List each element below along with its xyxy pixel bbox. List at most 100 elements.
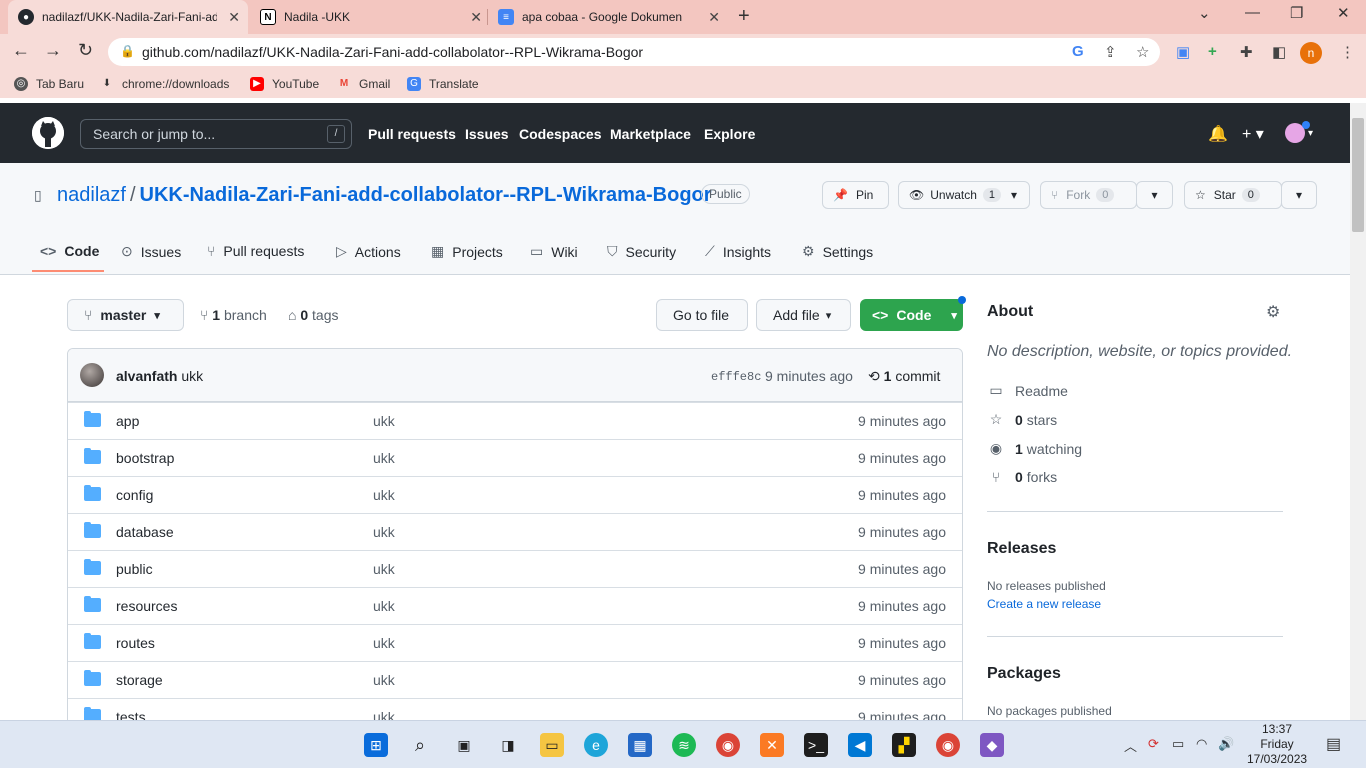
volume-icon[interactable]: 🔊 [1218, 736, 1234, 752]
task-view-icon[interactable]: ▣ [452, 733, 476, 757]
commit-message[interactable]: ukk [181, 368, 203, 384]
app-icon[interactable]: ◆ [980, 733, 1004, 757]
vscode-icon[interactable]: ◀ [848, 733, 872, 757]
chevron-up-icon[interactable]: ︿ [1124, 736, 1137, 755]
table-row[interactable]: storage ukk 9 minutes ago [68, 661, 962, 698]
file-name[interactable]: routes [116, 635, 155, 651]
create-new-plus-icon[interactable]: + ▾ [1242, 124, 1264, 144]
windows-start-icon[interactable]: ⊞ [364, 733, 388, 757]
side-panel-icon[interactable]: ◧ [1272, 43, 1286, 61]
go-to-file-button[interactable]: Go to file [656, 299, 748, 331]
scrollbar-thumb[interactable] [1352, 118, 1364, 232]
nav-pull-requests[interactable]: Pull requests [368, 126, 456, 142]
widgets-icon[interactable]: ◨ [496, 733, 520, 757]
stars-link[interactable]: ☆ 0 stars [987, 411, 1057, 428]
file-commit-message[interactable]: ukk [373, 450, 395, 466]
search-input[interactable]: Search or jump to... / [80, 119, 352, 149]
releases-title[interactable]: Releases [987, 540, 1056, 558]
star-dropdown-button[interactable]: ▾ [1281, 181, 1317, 209]
file-name[interactable]: bootstrap [116, 450, 174, 466]
tab-settings[interactable]: ⚙ Settings [802, 243, 873, 260]
file-commit-message[interactable]: ukk [373, 672, 395, 688]
tab-pull-requests[interactable]: ⑂ Pull requests [207, 243, 304, 259]
add-file-button[interactable]: Add file ▾ [756, 299, 851, 331]
file-commit-message[interactable]: ukk [373, 635, 395, 651]
google-lens-icon[interactable]: G [1072, 43, 1084, 60]
back-arrow-icon[interactable]: ← [12, 40, 30, 61]
chrome-icon[interactable]: ◉ [716, 733, 740, 757]
bookmark-gmail[interactable]: M Gmail [337, 77, 391, 91]
extension-plus-icon[interactable]: + [1208, 43, 1217, 60]
bookmark-youtube[interactable]: ▶ YouTube [250, 77, 319, 91]
branches-link[interactable]: ⑂ 1 branch [200, 307, 267, 323]
spotify-icon[interactable]: ≋ [672, 733, 696, 757]
pin-button[interactable]: 📌 Pin [822, 181, 889, 209]
minimize-button[interactable]: — [1245, 4, 1260, 21]
notification-bell-icon[interactable]: 🔔 [1208, 124, 1228, 144]
commit-history-link[interactable]: ⟲ 1 commit [868, 368, 940, 385]
terminal-icon[interactable]: >_ [804, 733, 828, 757]
branch-select-button[interactable]: ⑂ master ▾ [67, 299, 184, 331]
unwatch-button[interactable]: 👁 Unwatch 1 ▾ [898, 181, 1030, 209]
bookmark-translate[interactable]: G Translate [407, 77, 479, 91]
browser-tab-github[interactable]: ● nadilazf/UKK-Nadila-Zari-Fani-add-coll… [8, 0, 248, 34]
file-name[interactable]: config [116, 487, 153, 503]
bookmark-downloads[interactable]: ⬇ chrome://downloads [100, 77, 230, 91]
taskbar-clock[interactable]: 13:37 Friday 17/03/2023 [1247, 722, 1307, 767]
bookmark-star-icon[interactable]: ☆ [1136, 43, 1149, 61]
tab-wiki[interactable]: ▭ Wiki [530, 243, 578, 260]
commit-author[interactable]: alvanfath [116, 368, 177, 384]
forward-arrow-icon[interactable]: → [44, 40, 62, 61]
code-download-button[interactable]: <> Code ▾ [860, 299, 963, 331]
repo-name-link[interactable]: UKK-Nadila-Zari-Fani-add-collabolator--R… [140, 184, 712, 206]
reload-icon[interactable]: ↻ [78, 40, 93, 61]
close-icon[interactable]: ✕ [228, 9, 240, 26]
translate-extension-icon[interactable]: ▣ [1176, 43, 1190, 61]
file-commit-message[interactable]: ukk [373, 413, 395, 429]
create-release-link[interactable]: Create a new release [987, 597, 1101, 611]
avatar[interactable] [80, 363, 104, 387]
repo-owner-link[interactable]: nadilazf [57, 184, 126, 206]
file-explorer-icon[interactable]: ▭ [540, 733, 564, 757]
table-row[interactable]: public ukk 9 minutes ago [68, 550, 962, 587]
chevron-down-icon[interactable]: ▾ [1308, 128, 1313, 139]
file-commit-message[interactable]: ukk [373, 487, 395, 503]
tab-issues[interactable]: ⊙ Issues [121, 243, 181, 260]
packages-title[interactable]: Packages [987, 665, 1061, 683]
browser-tab-notion[interactable]: N Nadila -UKK ✕ [250, 0, 490, 34]
table-row[interactable]: config ukk 9 minutes ago [68, 476, 962, 513]
tab-insights[interactable]: ⟋ Insights [705, 243, 771, 260]
menu-dots-icon[interactable]: ⋮ [1340, 43, 1355, 61]
table-row[interactable]: database ukk 9 minutes ago [68, 513, 962, 550]
share-icon[interactable]: ⇪ [1104, 43, 1117, 61]
file-name[interactable]: database [116, 524, 174, 540]
restore-button[interactable]: ❐ [1290, 4, 1303, 22]
nav-issues[interactable]: Issues [465, 126, 509, 142]
notification-center-icon[interactable]: ▤ [1326, 734, 1341, 754]
readme-link[interactable]: ▭ Readme [987, 382, 1068, 399]
fork-button[interactable]: ⑂ Fork 0 [1040, 181, 1137, 209]
extensions-puzzle-icon[interactable]: ✚ [1240, 43, 1253, 61]
table-row[interactable]: routes ukk 9 minutes ago [68, 624, 962, 661]
watching-link[interactable]: ◉ 1 watching [987, 440, 1082, 457]
nav-codespaces[interactable]: Codespaces [519, 126, 601, 142]
wifi-icon[interactable]: ◠ [1196, 736, 1207, 752]
close-window-button[interactable]: ✕ [1337, 4, 1350, 22]
store-icon[interactable]: ▦ [628, 733, 652, 757]
file-commit-message[interactable]: ukk [373, 561, 395, 577]
table-row[interactable]: bootstrap ukk 9 minutes ago [68, 439, 962, 476]
tab-security[interactable]: ⛉ Security [607, 243, 676, 260]
tab-actions[interactable]: ▷ Actions [336, 243, 401, 260]
tags-link[interactable]: ⌂ 0 tags [288, 307, 339, 323]
fork-dropdown-button[interactable]: ▾ [1136, 181, 1173, 209]
commit-hash[interactable]: efffe8c [711, 370, 761, 384]
battery-icon[interactable]: ▭ [1172, 736, 1184, 752]
close-icon[interactable]: ✕ [708, 9, 720, 26]
forks-link[interactable]: ⑂ 0 forks [987, 469, 1057, 485]
profile-avatar[interactable]: n [1300, 42, 1322, 64]
tab-search-icon[interactable]: ⌄ [1198, 4, 1211, 22]
new-tab-button[interactable]: + [738, 5, 750, 28]
nav-marketplace[interactable]: Marketplace [610, 126, 691, 142]
star-button[interactable]: ☆ Star 0 [1184, 181, 1282, 209]
browser-tab-google-docs[interactable]: ≡ apa cobaa - Google Dokumen ✕ [488, 0, 728, 34]
